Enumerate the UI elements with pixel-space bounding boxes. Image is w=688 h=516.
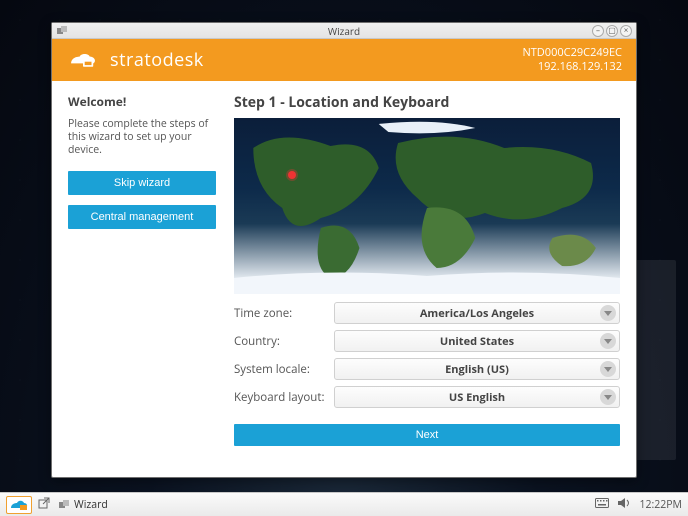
titlebar-app-icon bbox=[56, 25, 68, 37]
next-button[interactable]: Next bbox=[234, 424, 620, 446]
select-keyboard-value: US English bbox=[449, 390, 505, 405]
chevron-down-icon bbox=[600, 333, 616, 349]
select-locale[interactable]: English (US) bbox=[334, 358, 620, 380]
welcome-text: Please complete the steps of this wizard… bbox=[68, 118, 216, 157]
row-country: Country: United States bbox=[234, 330, 620, 352]
label-country: Country: bbox=[234, 334, 326, 349]
system-tray: 12:22PM bbox=[595, 497, 682, 513]
header-info: NTD000C29C249EC 192.168.129.132 bbox=[522, 46, 622, 74]
taskbar-clock[interactable]: 12:22PM bbox=[639, 498, 682, 512]
select-timezone-value: America/Los Angeles bbox=[420, 306, 534, 321]
header-band: stratodesk NTD000C29C249EC 192.168.129.1… bbox=[52, 39, 636, 81]
row-timezone: Time zone: America/Los Angeles bbox=[234, 302, 620, 324]
start-button[interactable] bbox=[6, 496, 32, 514]
label-locale: System locale: bbox=[234, 362, 326, 377]
volume-tray-icon[interactable] bbox=[617, 497, 631, 513]
wizard-task-icon bbox=[58, 499, 70, 511]
stratodesk-logo-icon bbox=[66, 49, 100, 71]
select-keyboard[interactable]: US English bbox=[334, 386, 620, 408]
row-keyboard: Keyboard layout: US English bbox=[234, 386, 620, 408]
titlebar[interactable]: Wizard – ▢ × bbox=[52, 23, 636, 39]
map-location-pin-icon bbox=[288, 171, 296, 179]
brand: stratodesk bbox=[66, 48, 204, 72]
label-timezone: Time zone: bbox=[234, 306, 326, 321]
keyboard-tray-icon[interactable] bbox=[595, 498, 609, 512]
device-ip: 192.168.129.132 bbox=[522, 60, 622, 74]
select-locale-value: English (US) bbox=[445, 362, 509, 377]
select-country-value: United States bbox=[440, 334, 514, 349]
titlebar-title: Wizard bbox=[328, 24, 360, 38]
skip-wizard-button[interactable]: Skip wizard bbox=[68, 171, 216, 195]
wizard-window: Wizard – ▢ × stratodesk NTD000C29C249EC … bbox=[51, 22, 637, 478]
welcome-title: Welcome! bbox=[68, 93, 216, 110]
step-title: Step 1 - Location and Keyboard bbox=[234, 93, 620, 112]
sidebar: Welcome! Please complete the steps of th… bbox=[68, 93, 216, 465]
main-panel: Step 1 - Location and Keyboard Time zone… bbox=[234, 93, 620, 465]
select-timezone[interactable]: America/Los Angeles bbox=[334, 302, 620, 324]
label-keyboard: Keyboard layout: bbox=[234, 390, 326, 405]
world-map[interactable] bbox=[234, 118, 620, 294]
central-management-button[interactable]: Central management bbox=[68, 205, 216, 229]
external-link-icon[interactable] bbox=[38, 497, 50, 513]
brand-name: stratodesk bbox=[110, 48, 204, 72]
close-button[interactable]: × bbox=[620, 25, 632, 37]
minimize-button[interactable]: – bbox=[592, 25, 604, 37]
device-id: NTD000C29C249EC bbox=[522, 46, 622, 60]
select-country[interactable]: United States bbox=[334, 330, 620, 352]
maximize-button[interactable]: ▢ bbox=[606, 25, 618, 37]
chevron-down-icon bbox=[600, 305, 616, 321]
row-locale: System locale: English (US) bbox=[234, 358, 620, 380]
chevron-down-icon bbox=[600, 361, 616, 377]
taskbar: Wizard 12:22PM bbox=[0, 492, 688, 516]
taskbar-item-label: Wizard bbox=[74, 498, 108, 512]
taskbar-item-wizard[interactable]: Wizard bbox=[58, 498, 108, 512]
chevron-down-icon bbox=[600, 389, 616, 405]
